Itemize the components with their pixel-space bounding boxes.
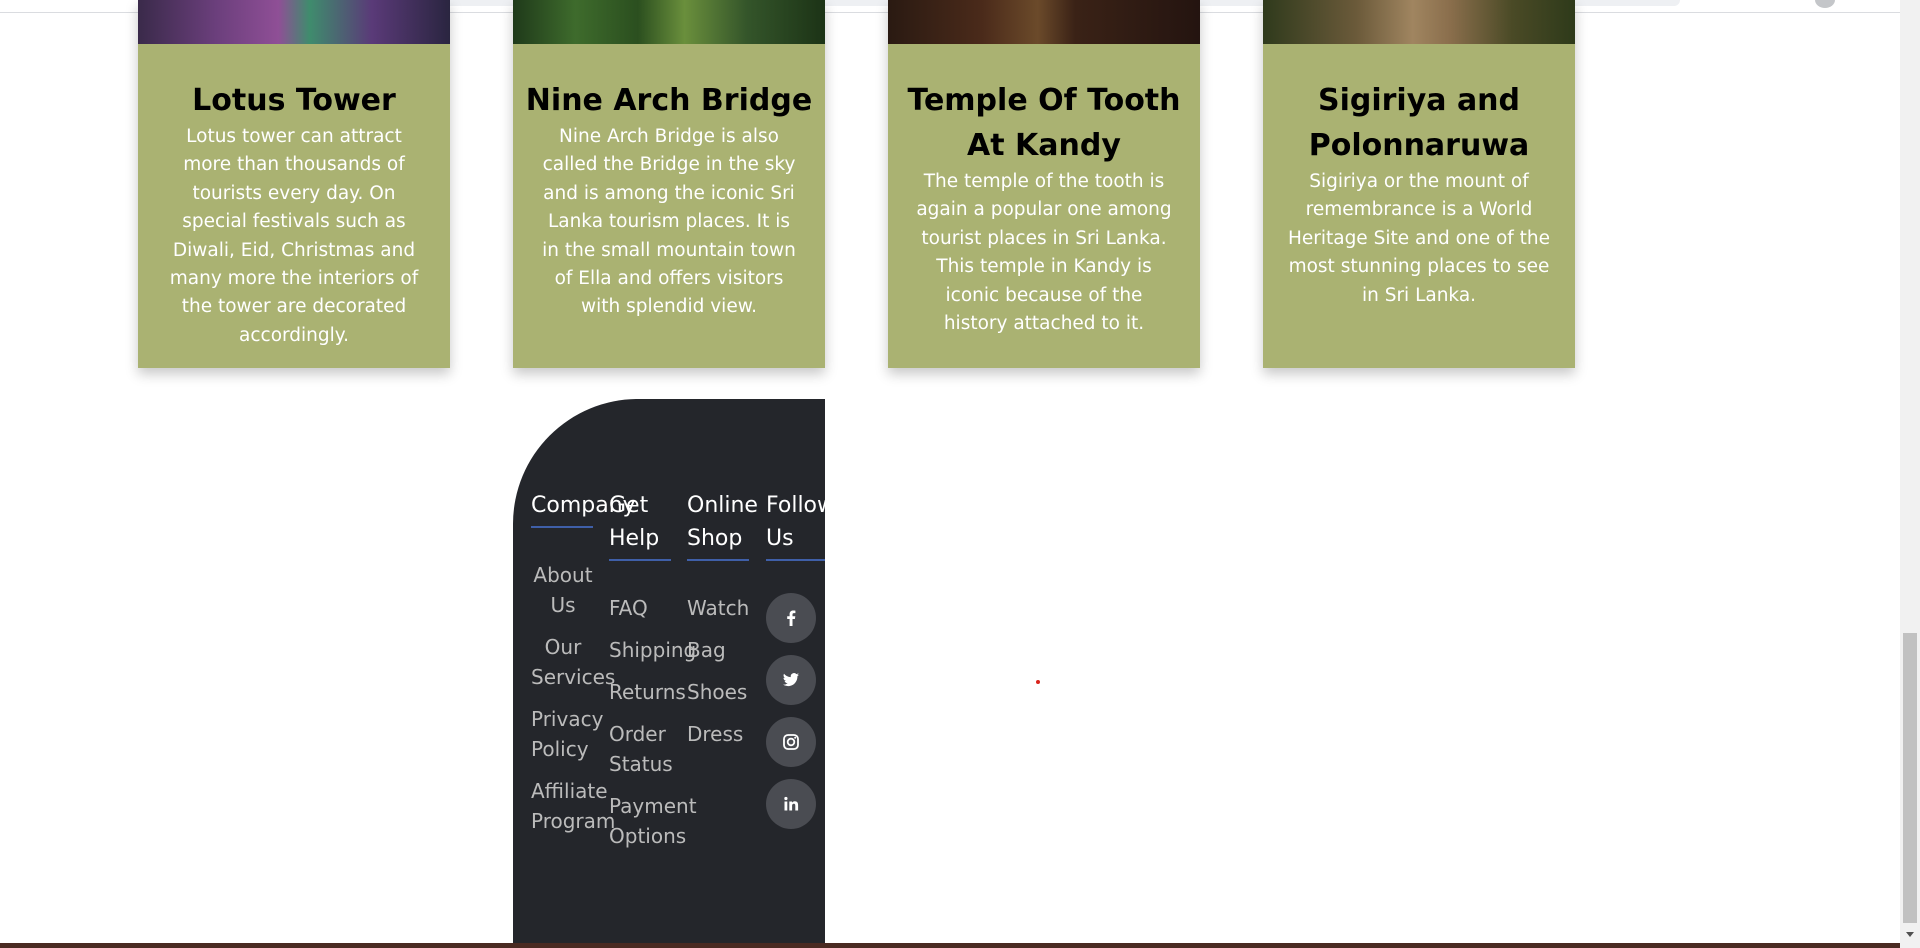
vertical-scrollbar[interactable] [1900,0,1920,948]
red-dot-marker [1036,680,1040,684]
card-description: Nine Arch Bridge is also called the Brid… [542,126,796,318]
footer-link-payment-options[interactable]: Payment Options [609,791,697,851]
footer-heading: Company [531,493,636,518]
footer-link-watch[interactable]: Watch [687,593,751,623]
card-nine-arch-bridge: Nine Arch Bridge Nine Arch Bridge is als… [513,0,825,368]
footer-col-shop: Online Shop Watch Bag Shoes Dress [687,489,758,761]
instagram-icon[interactable] [766,717,816,767]
footer-link-shoes[interactable]: Shoes [687,677,751,707]
card-description: Lotus tower can attract more than thousa… [169,126,419,346]
card-sigiriya: Sigiriya and Polonnaruwa Sigiriya or the… [1263,0,1575,368]
scrollbar-thumb[interactable] [1903,633,1917,923]
footer-link-order-status[interactable]: Order Status [609,719,673,779]
nine-arch-bridge-image [513,0,825,44]
heading-underline [531,526,593,528]
card-temple-of-tooth: Temple Of Tooth At Kandy The temple of t… [888,0,1200,368]
footer-link-affiliate-program[interactable]: Affiliate Program [531,776,615,836]
card-title: Temple Of Tooth At Kandy [907,83,1181,163]
twitter-icon[interactable] [766,655,816,705]
footer-col-company: Company About Us Our Services Privacy Po… [531,489,636,848]
footer-link-about-us[interactable]: About Us [531,560,595,620]
card-title: Lotus Tower [192,83,396,118]
footer-link-our-services[interactable]: Our Services [531,632,615,692]
footer-link-bag[interactable]: Bag [687,635,751,665]
footer-link-faq[interactable]: FAQ [609,593,673,623]
card-title: Sigiriya and Polonnaruwa [1308,83,1530,163]
temple-of-tooth-image [888,0,1200,44]
facebook-icon[interactable] [766,593,816,643]
footer-link-dress[interactable]: Dress [687,719,751,749]
footer-heading: Follow Us [766,493,825,551]
footer-col-follow: Follow Us [766,489,825,841]
lotus-tower-image [138,0,450,44]
bottom-edge-strip [0,943,1900,948]
footer-link-privacy-policy[interactable]: Privacy Policy [531,704,603,764]
heading-underline [687,559,749,561]
footer-col-help: Get Help FAQ Shipping Returns Order Stat… [609,489,697,863]
heading-underline [609,559,671,561]
footer-heading: Get Help [609,493,660,551]
footer-link-returns[interactable]: Returns [609,677,686,707]
footer-link-shipping[interactable]: Shipping [609,635,696,665]
heading-underline [766,559,825,561]
card-title: Nine Arch Bridge [525,83,813,118]
card-description: The temple of the tooth is again a popul… [916,171,1172,335]
site-footer: Company About Us Our Services Privacy Po… [513,399,825,945]
linkedin-icon[interactable] [766,779,816,829]
scroll-down-arrow-icon[interactable] [1906,932,1914,937]
profile-icon[interactable] [1815,0,1835,8]
card-lotus-tower: Lotus Tower Lotus tower can attract more… [138,0,450,368]
card-description: Sigiriya or the mount of remembrance is … [1287,171,1551,306]
footer-heading: Online Shop [687,493,758,551]
sigiriya-image [1263,0,1575,44]
